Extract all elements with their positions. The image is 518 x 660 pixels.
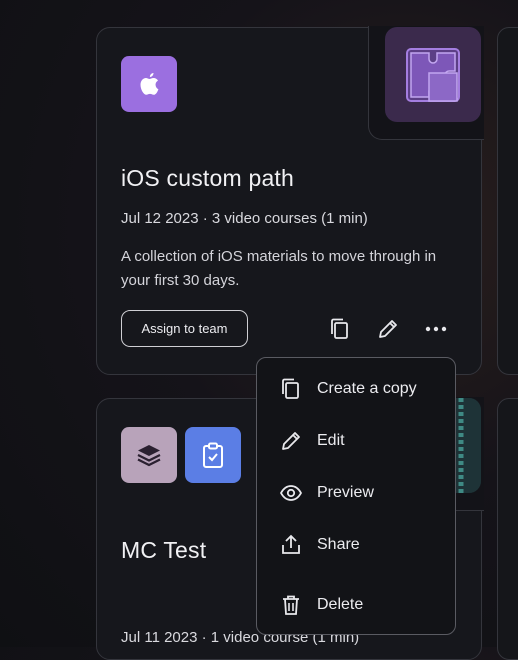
next-column-card[interactable] [497,27,518,375]
copy-button[interactable] [327,316,353,342]
copy-icon [279,377,303,401]
clipboard-badge [185,427,241,483]
menu-item-label: Preview [317,484,374,501]
puzzle-icon [406,47,460,102]
layers-badge [121,427,177,483]
next-column-card[interactable] [497,398,518,660]
clipboard-check-icon [203,442,223,468]
card-description: A collection of iOS materials to move th… [121,248,437,289]
card-title[interactable]: MC Test [121,537,206,564]
ellipsis-icon [425,326,447,332]
edit-button[interactable] [375,316,401,342]
context-menu: Create a copy Edit Preview Share Delete [256,357,456,635]
pencil-icon [379,320,397,338]
menu-item-create-copy[interactable]: Create a copy [257,369,455,409]
apple-icon [140,73,159,95]
copy-icon [331,318,348,339]
layers-icon [137,445,161,467]
card-title[interactable]: iOS custom path [121,165,294,192]
eye-icon [279,481,303,505]
menu-item-label: Create a copy [317,380,417,397]
menu-item-delete[interactable]: Delete [257,585,455,625]
apple-badge [121,56,177,112]
puzzle-thumbnail [385,27,481,122]
trash-icon [279,593,303,617]
menu-item-label: Share [317,536,360,553]
more-options-button[interactable] [423,316,449,342]
menu-item-label: Edit [317,432,345,449]
assign-to-team-button[interactable]: Assign to team [121,310,248,347]
menu-item-preview[interactable]: Preview [257,473,455,513]
menu-item-share[interactable]: Share [257,525,455,565]
menu-item-edit[interactable]: Edit [257,421,455,461]
card-meta: Jul 12 2023 · 3 video courses (1 min) [121,210,368,227]
share-icon [279,533,303,557]
menu-item-label: Delete [317,596,364,613]
pencil-icon [279,429,303,453]
